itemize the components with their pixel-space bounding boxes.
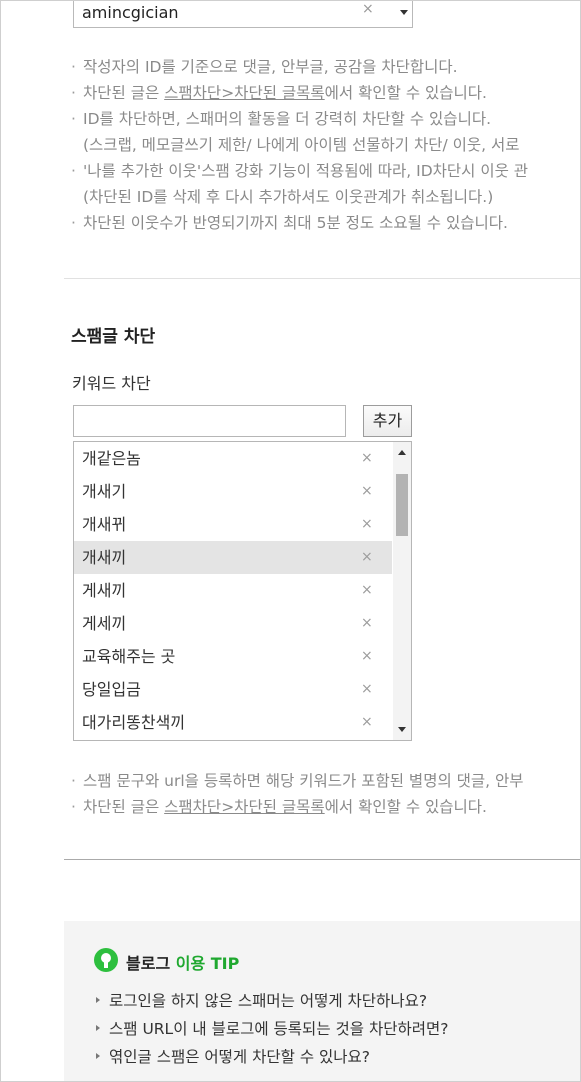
delete-keyword-icon[interactable]: × [361, 673, 373, 706]
keyword-text: 당일입금 [82, 680, 141, 699]
scroll-up-icon[interactable] [398, 450, 406, 455]
keyword-block-label: 키워드 차단 [72, 374, 151, 393]
tip-link[interactable]: 엮인글 스팸은 어떻게 차단할 수 있나요? [96, 1046, 448, 1074]
note-line: 스팸 문구와 url을 등록하면 해당 키워드가 포함된 별명의 댓글, 안부 [71, 768, 524, 794]
lightbulb-icon [94, 948, 118, 972]
note-line: 작성자의 ID를 기준으로 댓글, 안부글, 공감을 차단합니다. [71, 54, 528, 80]
id-block-notes: 작성자의 ID를 기준으로 댓글, 안부글, 공감을 차단합니다.차단된 글은 … [71, 54, 528, 236]
blocked-id-value: amincgician [82, 3, 179, 22]
chevron-down-icon[interactable] [400, 10, 408, 15]
delete-keyword-icon[interactable]: × [361, 640, 373, 673]
tip-link[interactable]: 로그인을 하지 않은 스패머는 어떻게 차단하나요? [96, 990, 448, 1018]
keyword-text: 대가리똥찬색끼 [82, 713, 186, 732]
blocked-posts-link[interactable]: 스팸차단>차단된 글목록 [164, 84, 325, 102]
keyword-item[interactable]: 게세끼 × [74, 607, 392, 640]
spam-block-notes: 스팸 문구와 url을 등록하면 해당 키워드가 포함된 별명의 댓글, 안부차… [71, 768, 524, 820]
keyword-list-scrollbar[interactable] [393, 442, 411, 740]
remove-id-icon[interactable]: × [362, 1, 374, 17]
blocked-id-select[interactable]: amincgician × [73, 1, 413, 28]
tip-link[interactable]: 스팸 URL이 내 블로그에 등록되는 것을 차단하려면? [96, 1018, 448, 1046]
delete-keyword-icon[interactable]: × [361, 508, 373, 541]
keyword-input[interactable] [73, 405, 346, 437]
keyword-item[interactable]: 개새기 × [74, 475, 392, 508]
tip-links: 로그인을 하지 않은 스패머는 어떻게 차단하나요? 스팸 URL이 내 블로그에… [96, 990, 448, 1074]
note-line: 차단된 글은 스팸차단>차단된 글목록에서 확인할 수 있습니다. [71, 794, 524, 820]
delete-keyword-icon[interactable]: × [361, 607, 373, 640]
note-line: (스크랩, 메모글쓰기 제한/ 나에게 아이템 선물하기 차단/ 이웃, 서로 [83, 136, 520, 154]
keyword-text: 개새기 [82, 482, 127, 501]
keyword-item[interactable]: 대가리똥찬색끼 × [74, 706, 392, 739]
note-line: 차단된 글은 스팸차단>차단된 글목록에서 확인할 수 있습니다. [71, 80, 528, 106]
keyword-text: 개새뀌 [82, 515, 127, 534]
delete-keyword-icon[interactable]: × [361, 442, 373, 475]
divider [64, 859, 580, 860]
scroll-down-icon[interactable] [398, 727, 406, 732]
keyword-item[interactable]: 교육해주는 곳 × [74, 640, 392, 673]
keyword-item[interactable]: 개같은놈 × [74, 442, 392, 475]
note-line: ID를 차단하면, 스패머의 활동을 더 강력히 차단할 수 있습니다. [71, 106, 528, 132]
tip-title: 블로그 이용 TIP [126, 954, 240, 973]
keyword-item[interactable]: 당일입금 × [74, 673, 392, 706]
spam-settings-panel: amincgician × 작성자의 ID를 기준으로 댓글, 안부글, 공감을… [0, 0, 581, 1082]
section-title: 스팸글 차단 [71, 327, 156, 347]
keyword-text: 개같은놈 [82, 449, 141, 468]
note-line: (차단된 ID를 삭제 후 다시 추가하셔도 이웃관계가 취소됩니다.) [83, 188, 494, 206]
keyword-text: 게새끼 [82, 581, 127, 600]
keyword-text: 개새끼 [82, 548, 127, 567]
note-line: 차단된 이웃수가 반영되기까지 최대 5분 정도 소요될 수 있습니다. [71, 210, 528, 236]
delete-keyword-icon[interactable]: × [361, 706, 373, 739]
keyword-text: 게세끼 [82, 614, 127, 633]
divider [64, 278, 580, 279]
keyword-item[interactable]: 개새끼 × [74, 541, 392, 574]
scroll-thumb[interactable] [396, 474, 408, 536]
keyword-item[interactable]: 게새끼 × [74, 574, 392, 607]
add-keyword-button[interactable]: 추가 [363, 405, 412, 437]
delete-keyword-icon[interactable]: × [361, 574, 373, 607]
blog-tip-box: 블로그 이용 TIP 로그인을 하지 않은 스패머는 어떻게 차단하나요? 스팸 … [64, 921, 580, 1081]
keyword-list[interactable]: 개같은놈 × 개새기 × 개새뀌 × 개새끼 × 게새끼 × 게세끼 × 교육해주는 곳 × 당일입금 × 대가… [73, 441, 412, 741]
delete-keyword-icon[interactable]: × [361, 475, 373, 508]
note-line: '나를 추가한 이웃'스팸 강화 기능이 적용됨에 따라, ID차단시 이웃 관 [71, 158, 528, 184]
keyword-item[interactable]: 개새뀌 × [74, 508, 392, 541]
blocked-posts-link[interactable]: 스팸차단>차단된 글목록 [164, 798, 325, 816]
delete-keyword-icon[interactable]: × [361, 541, 373, 574]
keyword-text: 교육해주는 곳 [82, 647, 176, 666]
